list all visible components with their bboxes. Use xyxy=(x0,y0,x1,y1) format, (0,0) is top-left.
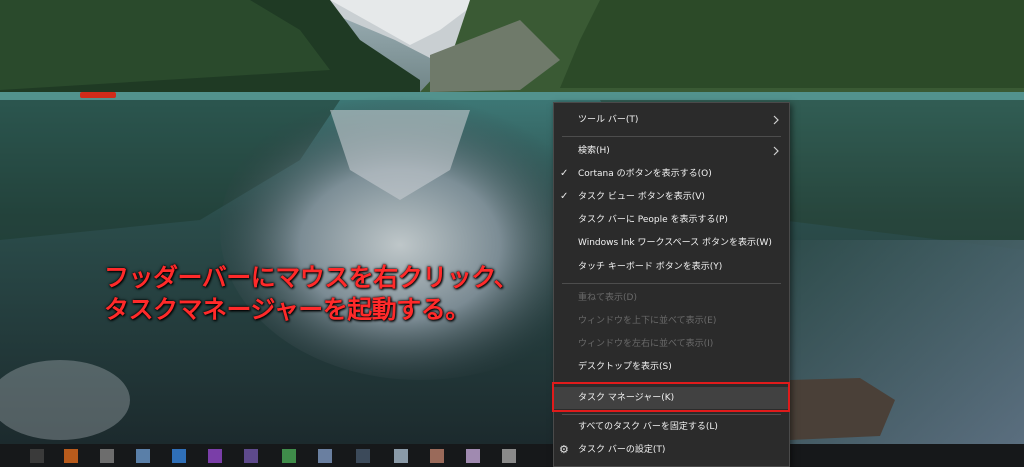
menu-item-label: Windows Ink ワークスペース ボタンを表示(W) xyxy=(578,238,772,248)
taskbar-icon[interactable] xyxy=(172,449,186,463)
menu-item-label: 検索(H) xyxy=(578,146,610,156)
menu-item-show-cortana[interactable]: ✓ Cortana のボタンを表示する(O) xyxy=(554,163,789,185)
taskbar-icon[interactable] xyxy=(282,449,296,463)
menu-item-label: タスク バーに People を表示する(P) xyxy=(578,215,728,225)
menu-item-show-windows-ink[interactable]: Windows Ink ワークスペース ボタンを表示(W) xyxy=(554,232,789,254)
taskbar-icon[interactable] xyxy=(466,449,480,463)
menu-item-label: ツール バー(T) xyxy=(578,115,639,125)
menu-item-label: デスクトップを表示(S) xyxy=(578,362,672,372)
annotation-line-1: フッダーバーにマウスを右クリック、 xyxy=(104,263,519,292)
taskbar-icon[interactable] xyxy=(244,449,258,463)
taskbar-context-menu: ツール バー(T) 検索(H) ✓ Cortana のボタンを表示する(O) ✓… xyxy=(552,102,790,467)
taskbar-icon[interactable] xyxy=(394,449,408,463)
menu-item-taskbar-settings[interactable]: ⚙ タスク バーの設定(T) xyxy=(554,439,789,461)
menu-item-label: 重ねて表示(D) xyxy=(578,293,637,303)
menu-item-cascade-windows[interactable]: 重ねて表示(D) xyxy=(554,287,789,309)
chevron-right-icon xyxy=(773,115,779,125)
menu-item-label: すべてのタスク バーを固定する(L) xyxy=(578,422,718,432)
menu-separator xyxy=(562,136,781,137)
menu-item-show-touch-keyboard[interactable]: タッチ キーボード ボタンを表示(Y) xyxy=(554,256,789,278)
menu-item-label: ウィンドウを上下に並べて表示(E) xyxy=(578,316,717,326)
menu-separator xyxy=(562,414,781,415)
taskbar-icon[interactable] xyxy=(318,449,332,463)
menu-item-label: ウィンドウを左右に並べて表示(I) xyxy=(578,339,714,349)
taskbar-icon[interactable] xyxy=(502,449,516,463)
menu-item-label: タッチ キーボード ボタンを表示(Y) xyxy=(578,262,723,272)
taskbar-icon[interactable] xyxy=(30,449,44,463)
menu-item-label: タスク ビュー ボタンを表示(V) xyxy=(578,192,705,202)
taskbar-icon[interactable] xyxy=(100,449,114,463)
annotation-line-2: タスクマネージャーを起動する。 xyxy=(104,295,470,324)
desktop[interactable]: フッダーバーにマウスを右クリック、 タスクマネージャーを起動する。 ツール バー… xyxy=(0,0,1024,467)
taskbar-icon[interactable] xyxy=(356,449,370,463)
task-manager-highlight-box xyxy=(552,382,790,412)
check-icon: ✓ xyxy=(560,191,569,202)
menu-item-search[interactable]: 検索(H) xyxy=(554,140,789,162)
instruction-annotation: フッダーバーにマウスを右クリック、 タスクマネージャーを起動する。 xyxy=(104,262,519,326)
menu-item-label: タスク バーの設定(T) xyxy=(578,445,666,455)
desktop-wallpaper xyxy=(0,0,1024,444)
chevron-right-icon xyxy=(773,146,779,156)
taskbar-icon[interactable] xyxy=(64,449,78,463)
check-icon: ✓ xyxy=(560,168,569,179)
menu-separator xyxy=(562,283,781,284)
menu-item-show-people[interactable]: タスク バーに People を表示する(P) xyxy=(554,209,789,231)
taskbar-icon[interactable] xyxy=(430,449,444,463)
menu-item-show-desktop[interactable]: デスクトップを表示(S) xyxy=(554,356,789,378)
menu-item-side-by-side-windows[interactable]: ウィンドウを左右に並べて表示(I) xyxy=(554,333,789,355)
gear-icon: ⚙ xyxy=(559,443,569,456)
menu-item-label: Cortana のボタンを表示する(O) xyxy=(578,169,712,179)
menu-item-stack-windows[interactable]: ウィンドウを上下に並べて表示(E) xyxy=(554,310,789,332)
menu-item-toolbar[interactable]: ツール バー(T) xyxy=(554,109,789,131)
taskbar-icon[interactable] xyxy=(208,449,222,463)
menu-item-show-task-view[interactable]: ✓ タスク ビュー ボタンを表示(V) xyxy=(554,186,789,208)
taskbar-icon[interactable] xyxy=(136,449,150,463)
menu-item-lock-taskbar[interactable]: すべてのタスク バーを固定する(L) xyxy=(554,416,789,438)
